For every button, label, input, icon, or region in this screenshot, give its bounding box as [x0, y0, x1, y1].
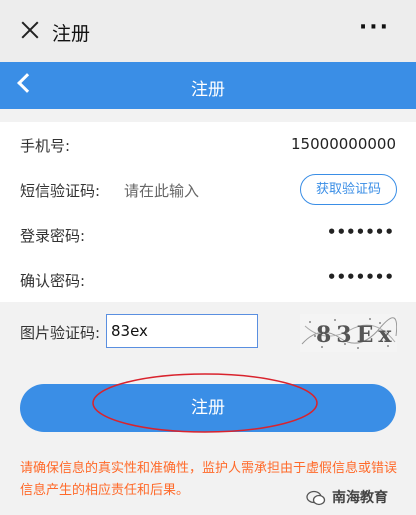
phone-input[interactable]: 15000000000	[291, 135, 396, 153]
captcha-image-text: 83Ex	[316, 322, 397, 348]
password-label: 登录密码:	[20, 227, 86, 245]
confirm-password-label: 确认密码:	[20, 272, 86, 290]
confirm-password-row: 确认密码: •••••••	[0, 257, 416, 302]
captcha-input[interactable]: 83ex	[106, 314, 258, 348]
password-row: 登录密码: •••••••	[0, 212, 416, 257]
page-title: 注册	[191, 80, 225, 100]
password-input[interactable]: •••••••	[327, 223, 394, 241]
captcha-noise-graphic: 83Ex	[301, 317, 398, 349]
more-options-icon[interactable]: ···	[359, 15, 390, 40]
sms-code-label: 短信验证码:	[20, 182, 101, 200]
captcha-image[interactable]: 83Ex	[300, 314, 398, 352]
window-title-bar: 注册 ···	[0, 0, 416, 62]
get-code-button[interactable]: 获取验证码	[300, 174, 397, 205]
window-title: 注册	[52, 23, 91, 45]
phone-label: 手机号:	[20, 137, 71, 155]
registration-form: 手机号: 15000000000 短信验证码: 请在此输入 获取验证码 登录密码…	[0, 122, 416, 302]
sms-code-row: 短信验证码: 请在此输入 获取验证码	[0, 167, 416, 212]
confirm-password-input[interactable]: •••••••	[327, 268, 394, 286]
brand-watermark: 南海教育	[300, 486, 410, 510]
brand-name: 南海教育	[332, 490, 388, 506]
annotation-circle	[92, 373, 318, 433]
captcha-row: 图片验证码: 83ex 83Ex	[0, 312, 416, 352]
nav-bar: 注册	[0, 62, 416, 109]
captcha-label: 图片验证码:	[20, 324, 101, 342]
close-icon[interactable]	[18, 18, 42, 42]
wechat-icon	[306, 490, 326, 506]
sms-code-input[interactable]: 请在此输入	[124, 180, 199, 201]
phone-row: 手机号: 15000000000	[0, 122, 416, 167]
